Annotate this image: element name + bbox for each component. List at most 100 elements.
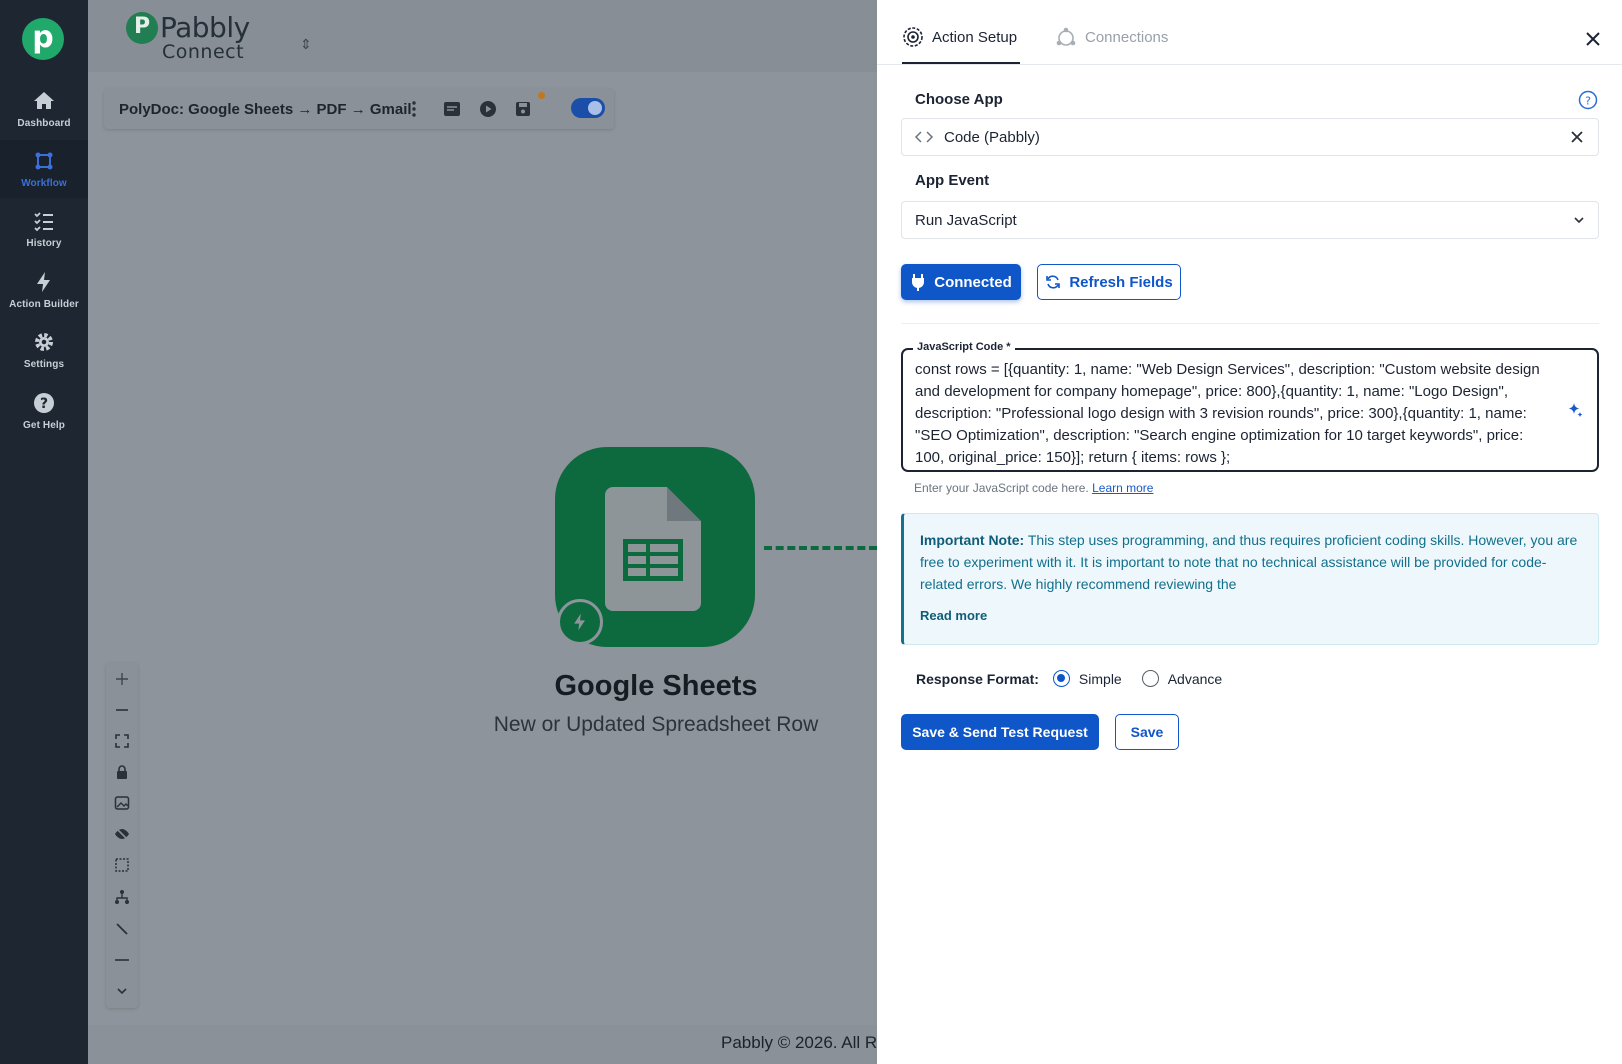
brand-mark-icon: P bbox=[126, 12, 158, 44]
pabbly-logo[interactable]: p bbox=[22, 18, 64, 60]
zoom-out-button[interactable] bbox=[106, 696, 138, 724]
plus-icon bbox=[116, 673, 128, 685]
panel-tabs: Action Setup Connections bbox=[877, 0, 1622, 65]
google-sheets-icon bbox=[605, 487, 701, 611]
eye-off-icon bbox=[115, 827, 129, 841]
horizontal-line-icon bbox=[115, 959, 129, 961]
google-sheets-node[interactable] bbox=[555, 447, 755, 647]
brand-name: Pabbly bbox=[160, 11, 250, 44]
sidebar-item-label: History bbox=[26, 238, 62, 249]
close-icon[interactable] bbox=[1582, 28, 1604, 50]
action-setup-icon bbox=[903, 27, 923, 47]
code-icon bbox=[914, 131, 934, 143]
history-icon bbox=[34, 212, 53, 232]
choose-app-label: Choose App bbox=[915, 91, 1003, 108]
save-and-test-button[interactable]: Save & Send Test Request bbox=[901, 714, 1099, 750]
tab-action-setup[interactable]: Action Setup bbox=[902, 26, 1017, 48]
lightning-icon bbox=[37, 272, 50, 292]
chevron-down-icon bbox=[117, 988, 127, 995]
sidebar-item-label: Action Builder bbox=[9, 299, 79, 310]
javascript-code-input[interactable]: const rows = [{quantity: 1, name: "Web D… bbox=[915, 359, 1555, 469]
save-button[interactable]: Save bbox=[1115, 714, 1179, 750]
sidebar-item-label: Dashboard bbox=[17, 118, 71, 129]
learn-more-link[interactable]: Learn more bbox=[1092, 481, 1153, 495]
refresh-icon bbox=[1046, 275, 1061, 289]
fit-view-icon bbox=[115, 734, 129, 748]
important-note: Important Note: This step uses programmi… bbox=[901, 513, 1599, 645]
gear-icon bbox=[35, 333, 53, 351]
response-format: Response Format: Simple Advance bbox=[916, 670, 1242, 687]
connected-button[interactable]: Connected bbox=[901, 264, 1021, 300]
unsaved-indicator bbox=[538, 92, 545, 99]
app-select-value: Code (Pabbly) bbox=[944, 128, 1040, 146]
copyright-text: Pabbly © 2026. All Ri bbox=[721, 1033, 877, 1052]
edge-style-button[interactable] bbox=[106, 915, 138, 943]
ai-sparkle-icon[interactable] bbox=[1565, 400, 1585, 420]
run-icon[interactable] bbox=[478, 99, 498, 119]
hide-button[interactable] bbox=[106, 820, 138, 848]
workflow-canvas[interactable]: P Pabbly Connect ⇕ PolyDoc: Google Sheet… bbox=[88, 0, 877, 1064]
sidebar-item-label: Get Help bbox=[23, 420, 65, 431]
sidebar-nav: p Dashboard Workflow History Action Buil… bbox=[0, 0, 88, 1064]
sidebar-item-get-help[interactable]: ? Get Help bbox=[0, 382, 88, 440]
refresh-fields-button[interactable]: Refresh Fields bbox=[1037, 264, 1181, 300]
sidebar-item-label: Workflow bbox=[21, 178, 67, 189]
lock-icon bbox=[117, 765, 127, 779]
section-divider bbox=[901, 323, 1599, 324]
auto-layout-button[interactable] bbox=[106, 883, 138, 911]
trigger-icon bbox=[557, 599, 603, 645]
save-icon[interactable] bbox=[513, 99, 533, 119]
lock-button[interactable] bbox=[106, 758, 138, 786]
response-format-label: Response Format: bbox=[916, 670, 1039, 687]
fit-view-button[interactable] bbox=[106, 727, 138, 755]
home-icon bbox=[34, 92, 54, 109]
sidebar-item-label: Settings bbox=[23, 359, 65, 370]
tab-connections[interactable]: Connections bbox=[1055, 26, 1168, 48]
zoom-in-button[interactable] bbox=[106, 665, 138, 693]
sidebar-item-dashboard[interactable]: Dashboard bbox=[0, 80, 88, 138]
app-switcher-icon[interactable]: ⇕ bbox=[300, 36, 312, 53]
app-event-value: Run JavaScript bbox=[915, 211, 1017, 229]
action-setup-panel: Action Setup Connections Choose App ? Co… bbox=[877, 0, 1622, 1064]
workflow-active-toggle[interactable] bbox=[571, 98, 605, 118]
sidebar-item-settings[interactable]: Settings bbox=[0, 321, 88, 379]
image-export-button[interactable] bbox=[106, 789, 138, 817]
more-vertical-icon[interactable] bbox=[404, 99, 424, 119]
connector-line bbox=[764, 546, 877, 550]
helper-text: Enter your JavaScript code here. bbox=[914, 481, 1089, 495]
straight-line-button[interactable] bbox=[106, 946, 138, 974]
hierarchy-icon bbox=[115, 890, 129, 904]
sidebar-item-history[interactable]: History bbox=[0, 200, 88, 258]
svg-text:?: ? bbox=[40, 396, 48, 412]
read-more-link[interactable]: Read more bbox=[920, 608, 987, 623]
sidebar-item-workflow[interactable]: Workflow bbox=[0, 140, 88, 198]
tab-label: Connections bbox=[1085, 28, 1169, 46]
workflow-toolbar: PolyDoc: Google Sheets → PDF → Gmail bbox=[104, 89, 614, 129]
workflow-title[interactable]: PolyDoc: Google Sheets → PDF → Gmail bbox=[119, 101, 412, 118]
workflow-icon bbox=[35, 152, 53, 170]
select-area-button[interactable] bbox=[106, 851, 138, 879]
radio-simple[interactable] bbox=[1052, 670, 1070, 687]
selection-icon bbox=[115, 858, 129, 872]
notes-icon[interactable] bbox=[442, 99, 462, 119]
question-icon: ? bbox=[34, 393, 54, 413]
radio-advance-label[interactable]: Advance bbox=[1168, 671, 1222, 687]
code-helper-text: Enter your JavaScript code here. Learn m… bbox=[914, 481, 1153, 495]
tab-label: Action Setup bbox=[932, 28, 1018, 46]
app-event-select[interactable]: Run JavaScript bbox=[901, 201, 1599, 239]
connections-icon bbox=[1056, 27, 1076, 46]
connected-label: Connected bbox=[934, 273, 1012, 291]
radio-advance[interactable] bbox=[1141, 670, 1159, 687]
radio-simple-label[interactable]: Simple bbox=[1079, 671, 1122, 687]
clear-app-icon[interactable] bbox=[1570, 130, 1584, 144]
svg-text:?: ? bbox=[1585, 95, 1591, 108]
app-select[interactable]: Code (Pabbly) bbox=[901, 118, 1599, 156]
image-icon bbox=[114, 796, 130, 810]
brand-mark-letter: P bbox=[133, 14, 151, 39]
javascript-code-field[interactable]: JavaScript Code * const rows = [{quantit… bbox=[901, 341, 1599, 472]
collapse-tools-button[interactable] bbox=[106, 977, 138, 1005]
minus-icon bbox=[116, 709, 128, 711]
chevron-down-icon bbox=[1574, 217, 1584, 224]
help-icon[interactable]: ? bbox=[1578, 90, 1598, 110]
sidebar-item-action-builder[interactable]: Action Builder bbox=[0, 261, 88, 319]
